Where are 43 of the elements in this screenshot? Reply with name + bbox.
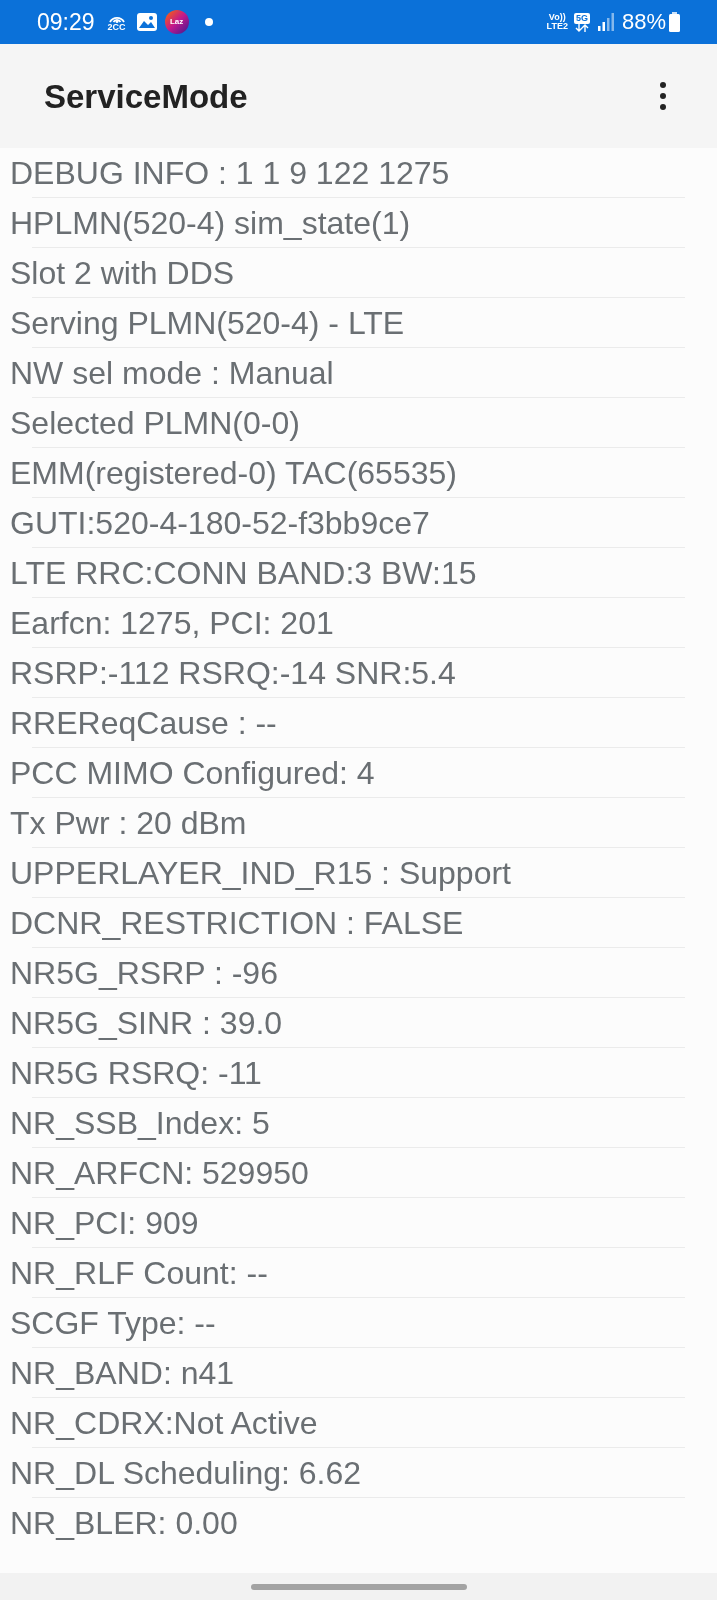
diagnostic-line: NR_BLER: 0.00 xyxy=(10,1506,238,1539)
kebab-menu-icon xyxy=(660,82,666,110)
diagnostic-line: LTE RRC:CONN BAND:3 BW:15 xyxy=(10,556,477,589)
diagnostic-line: NR_RLF Count: -- xyxy=(10,1256,268,1289)
app-title: ServiceMode xyxy=(44,79,249,113)
hotspot-label: 2CC xyxy=(107,22,126,32)
volte-label: Vo)) xyxy=(548,13,566,22)
signal-icon xyxy=(597,13,614,31)
diagnostic-line: NR5G RSRQ: -11 xyxy=(10,1056,262,1089)
data-arrows-icon xyxy=(574,23,589,32)
battery-percent-text: 88% xyxy=(621,11,666,33)
diagnostic-line: UPPERLAYER_IND_R15 : Support xyxy=(10,856,511,889)
diagnostic-line: DEBUG INFO : 1 1 9 122 1275 xyxy=(10,156,450,189)
home-handle[interactable] xyxy=(250,1583,467,1590)
diagnostic-line: NR_BAND: n41 xyxy=(10,1356,235,1389)
diagnostic-line: NR_ARFCN: 529950 xyxy=(10,1156,309,1189)
app-badge: Laz xyxy=(164,10,189,34)
clock-text: 09:29 xyxy=(37,10,95,34)
diagnostic-line: NR5G_SINR : 39.0 xyxy=(10,1006,283,1039)
diagnostic-line: DCNR_RESTRICTION : FALSE xyxy=(10,906,464,939)
diagnostic-line: EMM(registered-0) TAC(65535) xyxy=(10,456,457,489)
diagnostic-line: RSRP:-112 RSRQ:-14 SNR:5.4 xyxy=(10,656,456,689)
diagnostic-line: Earfcn: 1275, PCI: 201 xyxy=(10,606,334,639)
network-type-badge: 5G xyxy=(573,12,590,24)
diagnostic-line: HPLMN(520-4) sim_state(1) xyxy=(10,206,411,239)
diagnostic-line: NR_CDRX:Not Active xyxy=(10,1406,318,1439)
diagnostic-line: NR5G_RSRP : -96 xyxy=(10,956,278,989)
diagnostic-line: Slot 2 with DDS xyxy=(10,256,235,289)
diagnostic-line: Selected PLMN(0-0) xyxy=(10,406,300,439)
volte-sublabel: LTE2 xyxy=(546,22,568,31)
diagnostic-line: NR_SSB_Index: 5 xyxy=(10,1106,270,1139)
diagnostic-line: RREReqCause : -- xyxy=(10,706,277,739)
diagnostic-line: NW sel mode : Manual xyxy=(10,356,334,389)
gallery-icon xyxy=(136,13,157,31)
diagnostic-line: Serving PLMN(520-4) - LTE xyxy=(10,306,405,339)
diagnostic-line: PCC MIMO Configured: 4 xyxy=(10,756,375,789)
notification-dot-icon xyxy=(204,18,213,26)
diagnostic-line: GUTI:520-4-180-52-f3bb9ce7 xyxy=(10,506,430,539)
battery-icon xyxy=(669,12,680,32)
diagnostic-line: Tx Pwr : 20 dBm xyxy=(10,806,247,839)
diagnostic-line: NR_DL Scheduling: 6.62 xyxy=(10,1456,362,1489)
diagnostic-line: SCGF Type: -- xyxy=(10,1306,216,1339)
diagnostic-line: NR_PCI: 909 xyxy=(10,1206,199,1239)
